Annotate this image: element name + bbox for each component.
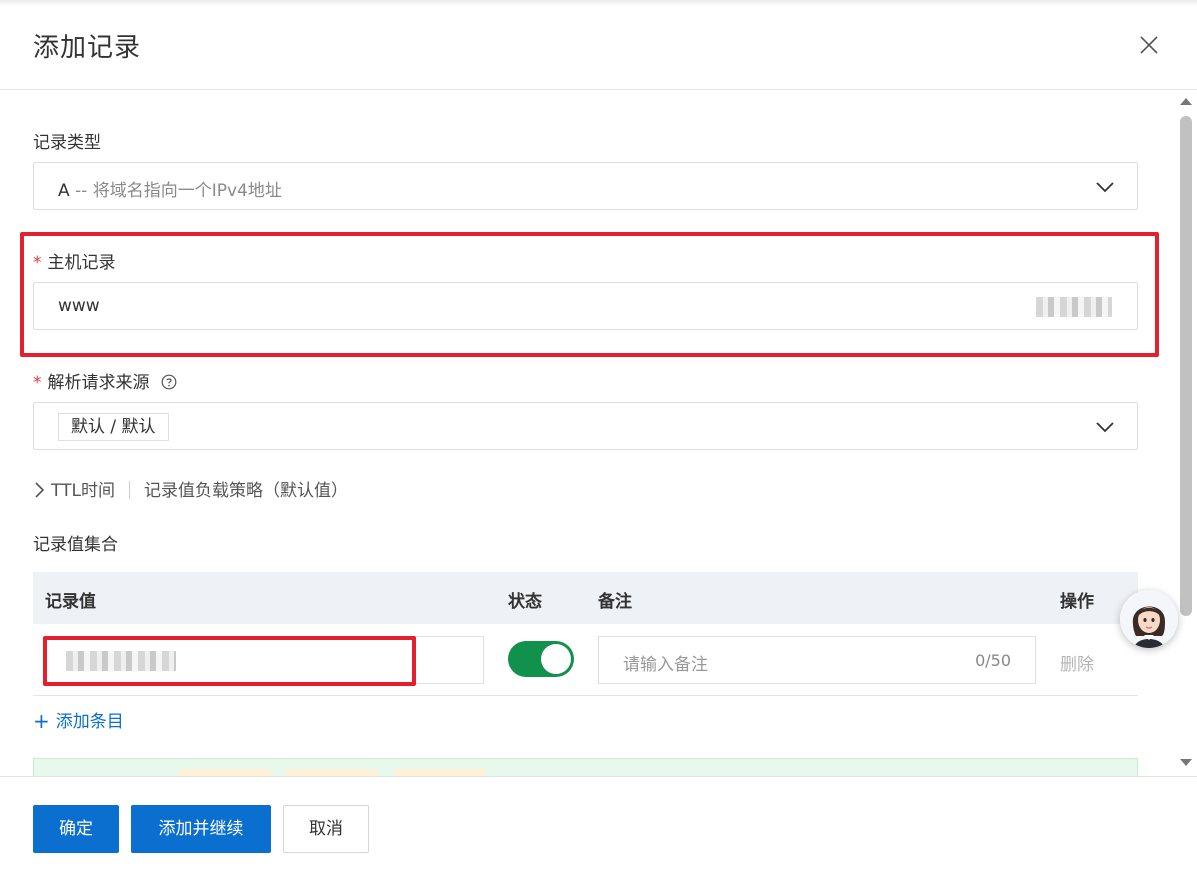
info-notice — [33, 758, 1138, 776]
delete-button[interactable]: 删除 — [1060, 650, 1094, 675]
chevron-down-icon — [1096, 422, 1114, 433]
record-values-table-header — [33, 572, 1138, 624]
scrollbar-thumb[interactable] — [1180, 116, 1192, 616]
vertical-scrollbar[interactable] — [1176, 90, 1197, 776]
record-values-label: 记录值集合 — [33, 535, 118, 555]
scroll-down-icon[interactable] — [1179, 758, 1193, 768]
remark-placeholder: 请输入备注 — [623, 655, 708, 675]
close-icon — [1140, 36, 1158, 54]
load-strategy-label: 记录值负载策略（默认值） — [143, 481, 348, 501]
add-entry-button[interactable]: + 添加条目 — [33, 707, 124, 733]
required-mark: * — [33, 373, 42, 393]
record-type-select[interactable]: A -- 将域名指向一个IPv4地址 — [33, 162, 1138, 210]
help-icon[interactable] — [161, 374, 177, 390]
dialog-header: 添加记录 — [0, 0, 1197, 90]
row-divider — [33, 695, 1138, 696]
add-and-continue-button[interactable]: 添加并继续 — [131, 805, 271, 853]
assistant-avatar[interactable] — [1120, 590, 1178, 648]
cancel-button[interactable]: 取消 — [283, 805, 369, 853]
close-button[interactable] — [1135, 31, 1163, 59]
resolve-source-tag: 默认 / 默认 — [58, 413, 169, 441]
resolve-source-label: * 解析请求来源 — [33, 368, 177, 393]
col-header-status: 状态 — [508, 592, 542, 612]
highlight-box-host-record — [20, 232, 1159, 357]
col-header-value: 记录值 — [45, 592, 96, 612]
confirm-button[interactable]: 确定 — [33, 805, 119, 853]
remark-counter: 0/50 — [975, 651, 1011, 670]
ttl-label: TTL时间 — [51, 481, 115, 501]
remark-input[interactable]: 请输入备注 0/50 — [598, 636, 1036, 684]
highlight-box-record-value — [43, 636, 416, 686]
assistant-avatar-icon — [1120, 590, 1178, 648]
chevron-down-icon — [1096, 182, 1114, 193]
form-body: 记录类型 A -- 将域名指向一个IPv4地址 * 主机记录 www * 解析请求来… — [0, 90, 1197, 776]
toggle-knob — [541, 644, 571, 674]
record-type-desc: -- 将域名指向一个IPv4地址 — [75, 181, 282, 201]
advanced-settings-toggle[interactable]: TTL时间 记录值负载策略（默认值） — [33, 476, 348, 501]
divider — [128, 481, 130, 499]
scroll-up-icon[interactable] — [1179, 96, 1193, 106]
record-type-label: 记录类型 — [33, 133, 101, 153]
col-header-action: 操作 — [1060, 592, 1094, 612]
col-header-remark: 备注 — [598, 592, 632, 612]
dialog-footer: 确定 添加并继续 取消 — [0, 776, 1197, 871]
status-toggle[interactable] — [508, 641, 574, 677]
record-type-letter: A — [58, 181, 70, 201]
dialog-title: 添加记录 — [33, 33, 142, 63]
plus-icon: + — [33, 709, 50, 733]
resolve-source-select[interactable]: 默认 / 默认 — [33, 402, 1138, 450]
chevron-right-icon — [35, 482, 45, 498]
